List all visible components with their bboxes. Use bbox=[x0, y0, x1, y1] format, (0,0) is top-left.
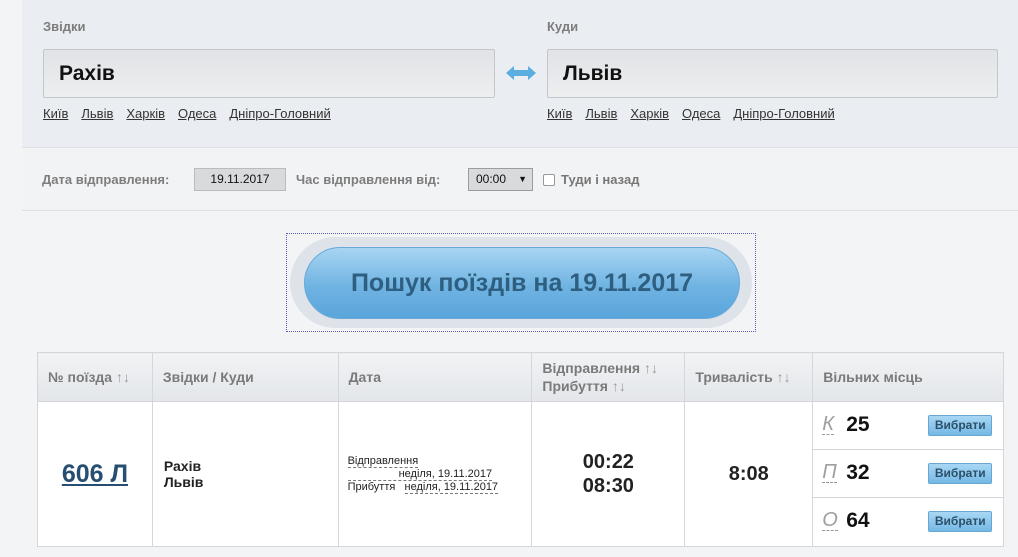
from-quick-link[interactable]: Київ bbox=[43, 106, 68, 121]
from-quick-link[interactable]: Харків bbox=[126, 106, 165, 121]
col-route: Звідки / Куди bbox=[151, 352, 339, 402]
seat-count: 32 bbox=[846, 461, 870, 484]
to-label: Куди bbox=[547, 19, 579, 34]
col-dep-arr[interactable]: Відправлення ↑↓ Прибуття ↑↓ bbox=[531, 352, 686, 402]
seats-cell: К 25 Вибрати П 32 Вибрати О 64 Вибрати bbox=[812, 401, 1004, 547]
search-button[interactable]: Пошук поїздів на 19.11.2017 bbox=[304, 247, 740, 319]
sort-icon[interactable]: ↑↓ bbox=[612, 378, 626, 394]
from-quick-link[interactable]: Одеса bbox=[178, 106, 216, 121]
table-row: 606 Л Рахів Львів Відправлення неділя, 1… bbox=[37, 401, 1004, 547]
col-date: Дата bbox=[337, 352, 533, 402]
time-cell: 00:22 08:30 bbox=[531, 401, 686, 547]
to-quick-link[interactable]: Одеса bbox=[682, 106, 720, 121]
seat-class-row: О 64 Вибрати bbox=[813, 498, 1003, 546]
col-duration[interactable]: Тривалість ↑↓ bbox=[684, 352, 814, 402]
search-button-frame: Пошук поїздів на 19.11.2017 bbox=[286, 233, 756, 332]
seat-class[interactable]: О bbox=[822, 510, 838, 531]
time-select[interactable]: 00:00 ▼ bbox=[468, 168, 533, 191]
arrival-time: 08:30 bbox=[582, 475, 634, 497]
arr-date: неділя, 19.11.2017 bbox=[404, 480, 499, 494]
from-input[interactable]: Рахів bbox=[43, 49, 495, 98]
from-quick-links: Київ Львів Харків Одеса Дніпро-Головний bbox=[43, 106, 344, 121]
to-quick-link[interactable]: Харків bbox=[630, 106, 669, 121]
time-value: 00:00 bbox=[476, 172, 507, 186]
from-label: Звідки bbox=[43, 19, 86, 34]
col-seats: Вільних місць bbox=[812, 352, 1004, 402]
to-quick-link[interactable]: Дніпро-Головний bbox=[733, 106, 834, 121]
to-quick-links: Київ Львів Харків Одеса Дніпро-Головний bbox=[547, 106, 848, 121]
route-panel: Звідки Рахів Київ Львів Харків Одеса Дніпро-… bbox=[22, 0, 1018, 147]
from-quick-link[interactable]: Львів bbox=[81, 106, 113, 121]
route-from: Рахів bbox=[163, 458, 202, 474]
swap-arrows-icon[interactable] bbox=[505, 64, 537, 82]
sort-icon[interactable]: ↑↓ bbox=[777, 369, 791, 385]
dep-date: неділя, 19.11.2017 bbox=[347, 468, 493, 481]
arr-label: Прибуття bbox=[347, 480, 396, 493]
date-input[interactable]: 19.11.2017 bbox=[194, 168, 286, 191]
sort-icon[interactable]: ↑↓ bbox=[116, 369, 130, 385]
date-label: Дата відправлення: bbox=[42, 172, 170, 187]
results-table: № поїзда ↑↓ Звідки / Куди Дата Відправле… bbox=[37, 352, 1004, 547]
seat-count: 25 bbox=[846, 413, 870, 436]
col-train-no[interactable]: № поїзда ↑↓ bbox=[37, 352, 153, 402]
seat-count: 64 bbox=[846, 509, 870, 532]
to-quick-link[interactable]: Львів bbox=[585, 106, 617, 121]
seat-class-row: П 32 Вибрати bbox=[813, 450, 1003, 498]
from-quick-link[interactable]: Дніпро-Головний bbox=[229, 106, 330, 121]
select-button[interactable]: Вибрати bbox=[928, 463, 993, 484]
chevron-down-icon: ▼ bbox=[518, 174, 527, 184]
to-input[interactable]: Львів bbox=[547, 49, 998, 98]
sort-icon[interactable]: ↑↓ bbox=[644, 360, 658, 376]
duration: 8:08 bbox=[684, 401, 814, 547]
seat-class[interactable]: К bbox=[822, 414, 835, 435]
route-to: Львів bbox=[163, 474, 204, 490]
route-cell: Рахів Львів bbox=[151, 401, 339, 547]
train-number-link[interactable]: 606 Л bbox=[37, 401, 153, 547]
round-trip-label[interactable]: Туди і назад bbox=[561, 172, 639, 187]
seat-class[interactable]: П bbox=[822, 462, 837, 483]
seat-class-row: К 25 Вибрати bbox=[813, 402, 1003, 450]
time-label: Час відправлення від: bbox=[296, 172, 441, 187]
to-quick-link[interactable]: Київ bbox=[547, 106, 572, 121]
date-panel: Дата відправлення: 19.11.2017 Час відпра… bbox=[22, 147, 1018, 211]
round-trip-checkbox[interactable] bbox=[543, 174, 555, 186]
dep-label: Відправлення bbox=[347, 454, 419, 468]
date-cell: Відправлення неділя, 19.11.2017 Прибуття… bbox=[337, 401, 533, 547]
select-button[interactable]: Вибрати bbox=[928, 415, 993, 436]
select-button[interactable]: Вибрати bbox=[928, 511, 993, 532]
departure-time: 00:22 bbox=[582, 451, 634, 473]
